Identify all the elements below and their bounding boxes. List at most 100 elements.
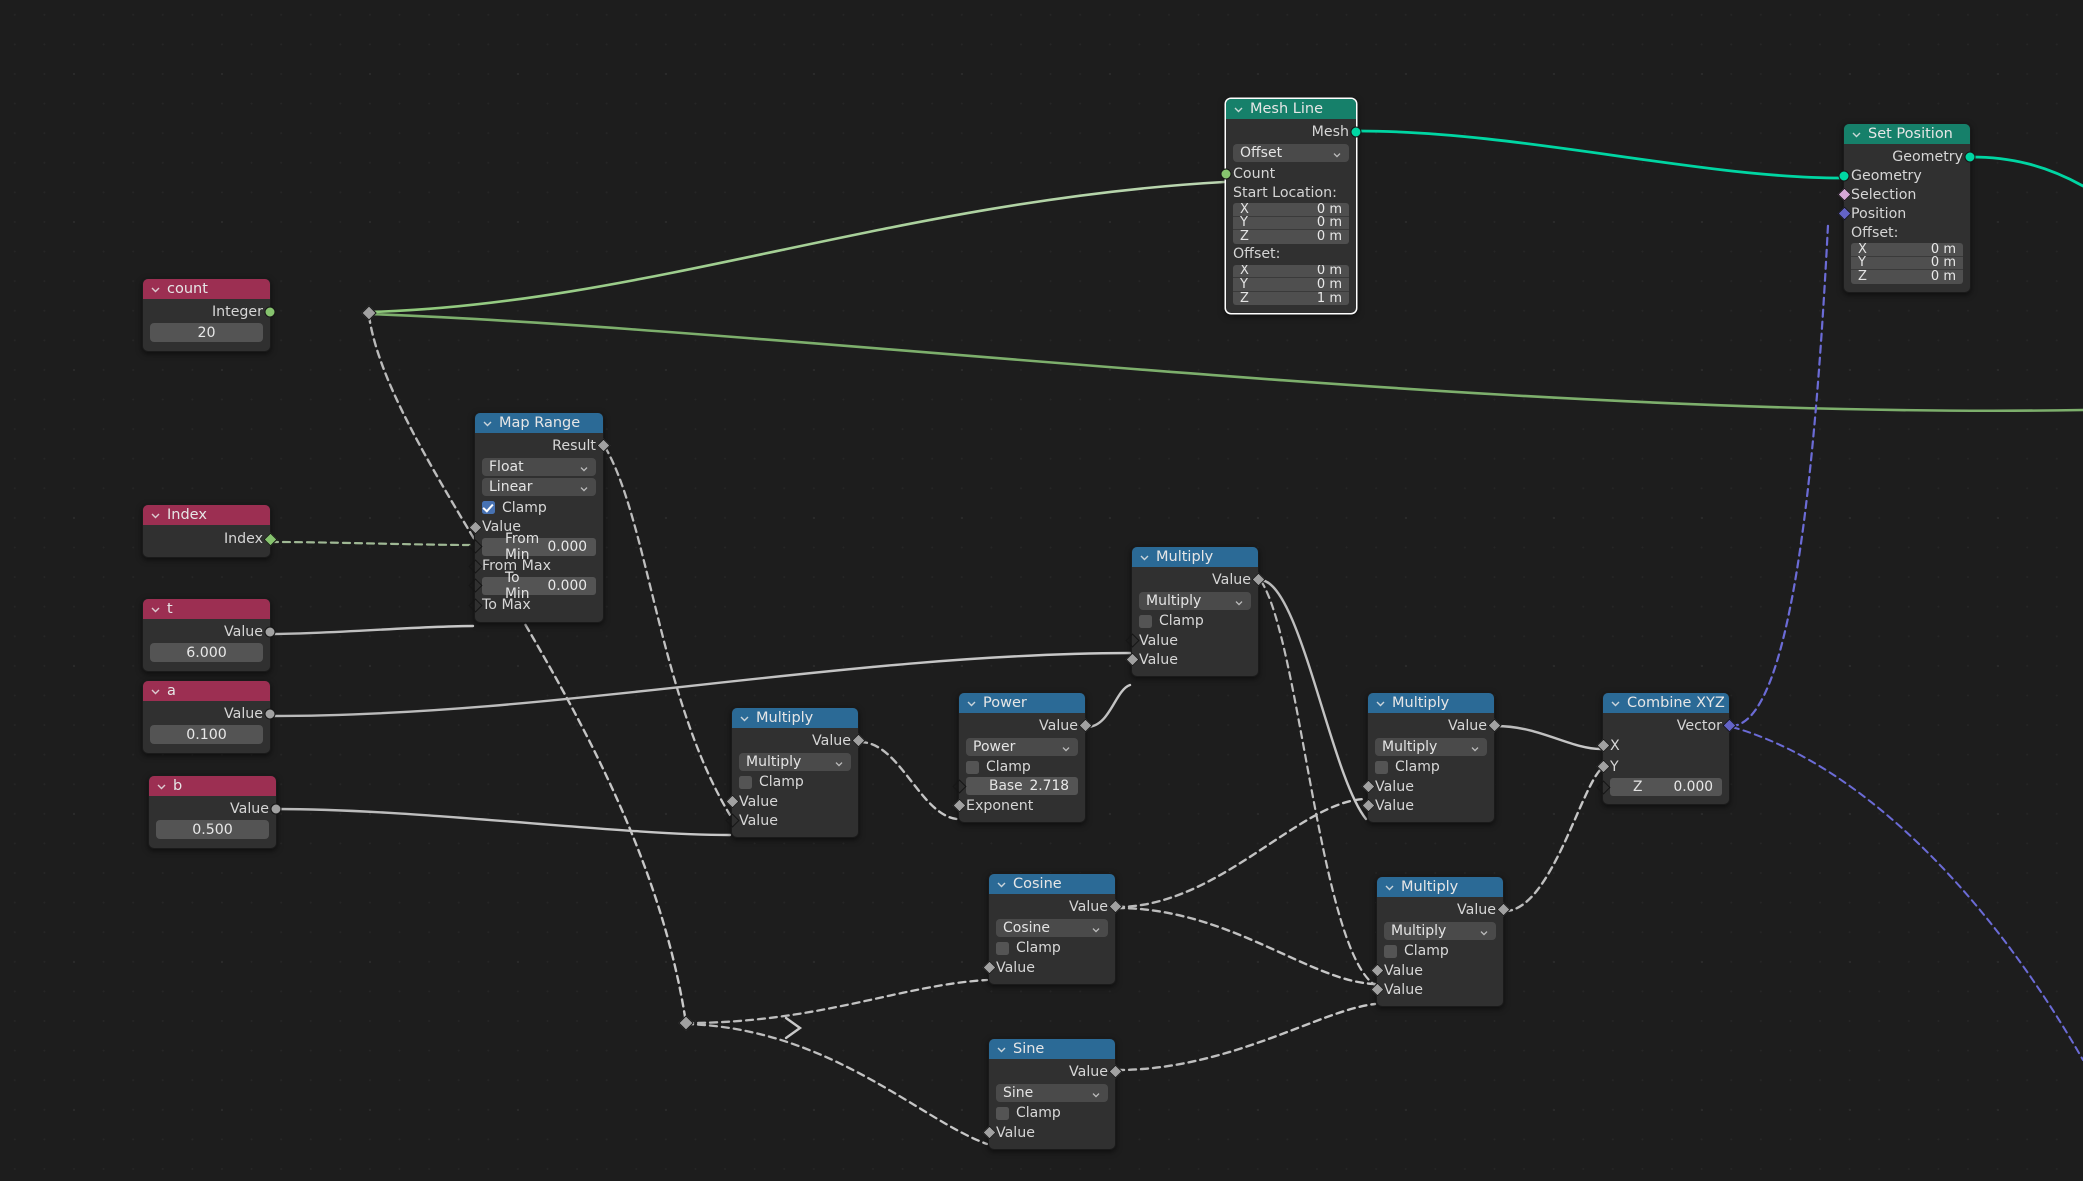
offset-vector[interactable]: X 0 m Y 0 m Z 1 m bbox=[1233, 264, 1349, 305]
clamp-checkbox[interactable]: Clamp bbox=[966, 758, 1078, 776]
node-multiply-b[interactable]: Multiply Value Multiply Clamp Value Valu… bbox=[724, 707, 866, 838]
input-socket-value-2[interactable] bbox=[724, 813, 740, 828]
socket-row-output[interactable]: Integer bbox=[150, 302, 276, 321]
socket-row-y[interactable]: Y bbox=[1595, 756, 1722, 777]
input-socket-y[interactable] bbox=[1595, 759, 1611, 774]
checkbox-box[interactable] bbox=[1139, 614, 1152, 628]
operation-dropdown[interactable]: Cosine bbox=[996, 918, 1108, 937]
input-socket-value-2[interactable] bbox=[1360, 798, 1376, 813]
socket-row-value-2[interactable]: Value bbox=[1369, 980, 1496, 999]
socket-row-output[interactable]: Value bbox=[966, 716, 1093, 735]
clamp-checkbox[interactable]: Clamp bbox=[996, 1104, 1108, 1122]
socket-row-value[interactable]: Value bbox=[981, 1123, 1108, 1142]
socket-row-exponent[interactable]: Exponent bbox=[951, 796, 1078, 815]
chevron-down-icon[interactable] bbox=[996, 879, 1007, 890]
mode-dropdown[interactable]: Offset bbox=[1233, 143, 1349, 162]
node-multiply-c[interactable]: Multiply Value Multiply Clamp Value Valu… bbox=[1360, 692, 1502, 823]
output-socket-value[interactable] bbox=[1107, 1064, 1123, 1079]
chevron-down-icon[interactable] bbox=[1233, 104, 1244, 115]
input-socket-from-min[interactable] bbox=[467, 539, 483, 554]
node-set-position[interactable]: Set Position Geometry Geometry Selection… bbox=[1836, 123, 1976, 293]
socket-row-output[interactable]: Index bbox=[150, 528, 278, 550]
output-socket-geometry[interactable] bbox=[1964, 151, 1976, 162]
node-multiply-d[interactable]: Multiply Value Multiply Clamp Value Valu… bbox=[1369, 876, 1511, 1007]
input-socket-value-2[interactable] bbox=[1124, 652, 1140, 667]
vector-row-y[interactable]: Y 0 m bbox=[1233, 277, 1349, 292]
socket-row-value-2[interactable]: Value bbox=[724, 811, 851, 830]
vector-row-y[interactable]: Y 0 m bbox=[1851, 255, 1963, 270]
vector-row-y[interactable]: Y 0 m bbox=[1233, 215, 1349, 230]
to-min-field[interactable]: To Min 0.000 bbox=[467, 570, 596, 602]
node-count[interactable]: count Integer 20 bbox=[142, 278, 276, 352]
chevron-down-icon[interactable] bbox=[150, 510, 161, 521]
node-header[interactable]: Multiply bbox=[1377, 877, 1503, 897]
input-socket-x[interactable] bbox=[1595, 738, 1611, 753]
node-header[interactable]: Sine bbox=[989, 1039, 1115, 1059]
output-socket-value[interactable] bbox=[850, 733, 866, 748]
socket-row-output[interactable]: Value bbox=[1384, 900, 1511, 919]
base-field[interactable]: Base 2.718 bbox=[951, 777, 1078, 795]
node-multiply-a[interactable]: Multiply Value Multiply Clamp Value Valu… bbox=[1124, 546, 1266, 677]
socket-row-value-2[interactable]: Value bbox=[1360, 796, 1487, 815]
chevron-down-icon[interactable] bbox=[156, 781, 167, 792]
socket-row-to-max[interactable]: To Max bbox=[467, 596, 596, 615]
input-socket-value-1[interactable] bbox=[1124, 633, 1140, 648]
reroute-node-math[interactable] bbox=[678, 1015, 694, 1031]
socket-row-output[interactable]: Value bbox=[156, 799, 282, 818]
node-header[interactable]: Power bbox=[959, 693, 1085, 713]
operation-dropdown[interactable]: Multiply bbox=[1384, 921, 1496, 940]
socket-row-output[interactable]: Value bbox=[996, 897, 1123, 916]
input-socket-value-1[interactable] bbox=[724, 794, 740, 809]
clamp-checkbox[interactable]: Clamp bbox=[739, 773, 851, 791]
socket-row-value[interactable]: Value bbox=[981, 958, 1108, 977]
from-min-field[interactable]: From Min 0.000 bbox=[467, 531, 596, 563]
node-header[interactable]: Index bbox=[143, 505, 270, 525]
socket-row-value-2[interactable]: Value bbox=[1124, 650, 1251, 669]
input-socket-value[interactable] bbox=[981, 960, 997, 975]
checkbox-box[interactable] bbox=[739, 775, 752, 789]
node-cosine[interactable]: Cosine Value Cosine Clamp Value bbox=[981, 873, 1123, 985]
node-header[interactable]: t bbox=[143, 599, 270, 619]
socket-row-value-1[interactable]: Value bbox=[724, 792, 851, 811]
interpolation-dropdown[interactable]: Linear bbox=[482, 478, 596, 496]
output-socket-value[interactable] bbox=[270, 803, 282, 814]
output-socket-index[interactable] bbox=[262, 531, 278, 547]
socket-row-output[interactable]: Vector bbox=[1610, 716, 1737, 735]
chevron-down-icon[interactable] bbox=[966, 698, 977, 709]
node-header[interactable]: a bbox=[143, 681, 270, 701]
input-socket-value-1[interactable] bbox=[1369, 963, 1385, 978]
output-socket-mesh[interactable] bbox=[1350, 126, 1362, 137]
input-socket-value[interactable] bbox=[467, 519, 483, 535]
checkbox-box[interactable] bbox=[996, 1106, 1009, 1120]
socket-row-output[interactable]: Value bbox=[150, 704, 276, 723]
chevron-down-icon[interactable] bbox=[482, 418, 493, 429]
node-mesh-line[interactable]: Mesh Line Mesh Offset Count Start Locati… bbox=[1220, 98, 1362, 314]
socket-row-position[interactable]: Position bbox=[1836, 204, 1963, 223]
node-header[interactable]: Combine XYZ bbox=[1603, 693, 1729, 713]
socket-row-geometry[interactable]: Geometry bbox=[1838, 166, 1963, 185]
node-a[interactable]: a Value 0.100 bbox=[142, 680, 276, 754]
socket-row-output[interactable]: Value bbox=[996, 1062, 1123, 1081]
input-socket-geometry[interactable] bbox=[1838, 170, 1850, 181]
clamp-checkbox[interactable]: Clamp bbox=[1384, 942, 1496, 960]
checkbox-box[interactable] bbox=[1375, 760, 1388, 774]
output-socket-result[interactable] bbox=[595, 438, 611, 453]
chevron-down-icon[interactable] bbox=[1139, 552, 1150, 563]
input-socket-value-2[interactable] bbox=[1369, 982, 1385, 997]
socket-row-output[interactable]: Value bbox=[739, 731, 866, 750]
socket-row-output[interactable]: Value bbox=[1139, 570, 1266, 589]
node-header[interactable]: Cosine bbox=[989, 874, 1115, 894]
operation-dropdown[interactable]: Multiply bbox=[739, 752, 851, 771]
output-socket-vector[interactable] bbox=[1721, 718, 1737, 733]
socket-row-output[interactable]: Mesh bbox=[1233, 122, 1362, 141]
input-socket-z[interactable] bbox=[1595, 779, 1611, 795]
node-header[interactable]: Set Position bbox=[1844, 124, 1970, 144]
chevron-down-icon[interactable] bbox=[739, 713, 750, 724]
chevron-down-icon[interactable] bbox=[1384, 882, 1395, 893]
checkbox-box[interactable] bbox=[996, 941, 1009, 955]
chevron-down-icon[interactable] bbox=[1851, 129, 1862, 140]
clamp-checkbox[interactable]: Clamp bbox=[996, 939, 1108, 957]
node-header[interactable]: Mesh Line bbox=[1226, 99, 1356, 119]
operation-dropdown[interactable]: Sine bbox=[996, 1083, 1108, 1102]
input-socket-exponent[interactable] bbox=[951, 798, 967, 813]
